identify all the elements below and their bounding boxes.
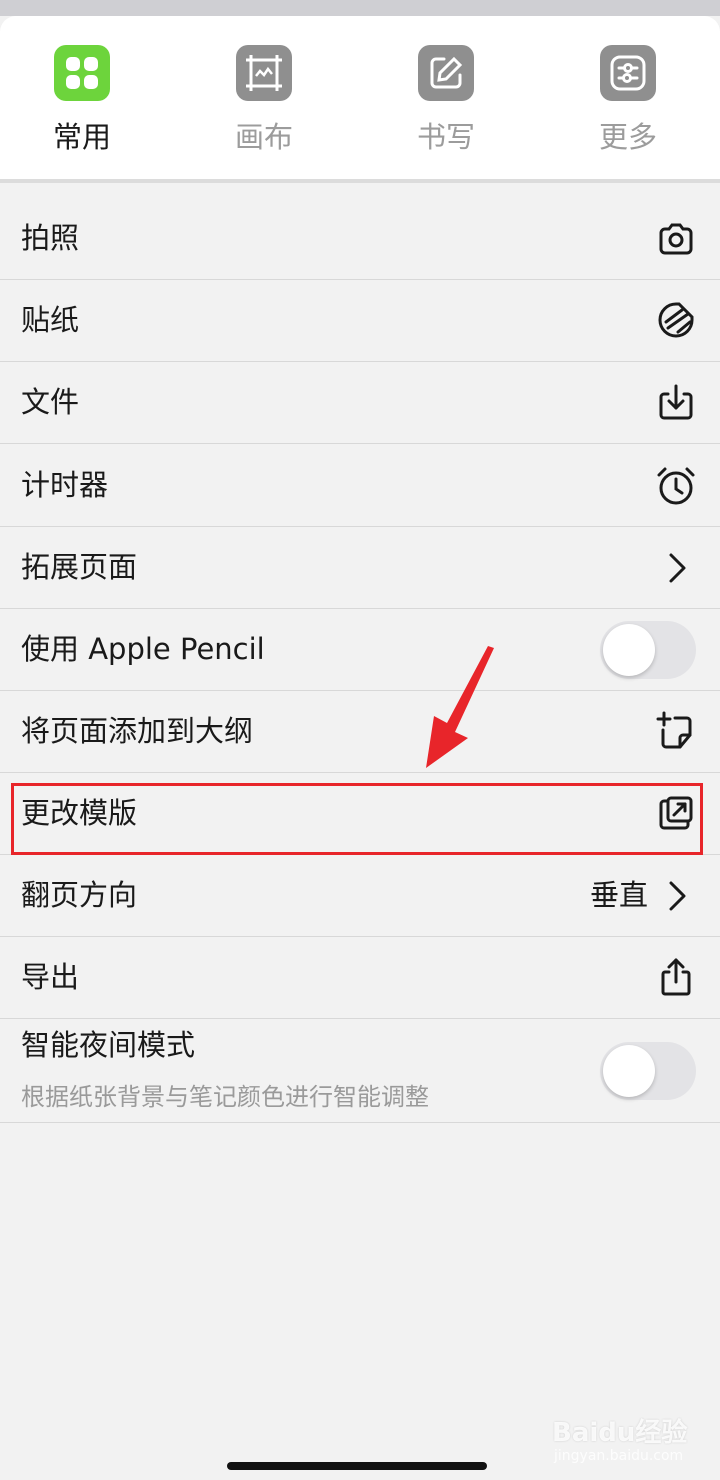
watermark: Baidu经验 <box>552 1418 688 1448</box>
tab-label: 画布 <box>234 120 293 154</box>
arrow-annotation <box>426 646 494 768</box>
menu-item-apple-pencil: 使用 Apple Pencil <box>0 609 720 691</box>
header-divider <box>0 179 720 183</box>
tab-more[interactable]: 更多 <box>568 45 688 165</box>
menu-item-label: 计时器 <box>21 468 109 502</box>
menu-item-extend-page[interactable]: 拓展页面 <box>0 527 720 609</box>
menu-item-label: 智能夜间模式 <box>21 1028 196 1062</box>
menu-item-label: 将页面添加到大纲 <box>21 714 254 748</box>
grid-icon <box>54 45 110 101</box>
menu-item-export[interactable]: 导出 <box>0 937 720 1019</box>
tab-writing[interactable]: 书写 <box>386 45 506 165</box>
sliders-icon <box>600 45 656 101</box>
night-mode-toggle[interactable] <box>600 1042 696 1100</box>
chevron-right-icon <box>669 553 686 583</box>
menu-item-label: 拓展页面 <box>21 550 138 584</box>
background-strip <box>0 0 720 16</box>
menu-item-label: 翻页方向 <box>21 878 138 912</box>
chevron-right-icon <box>669 881 686 911</box>
camera-icon <box>659 223 693 255</box>
tab-label: 书写 <box>416 120 475 154</box>
tab-canvas[interactable]: 画布 <box>204 45 324 165</box>
toggle-knob <box>603 624 655 676</box>
apple-pencil-toggle[interactable] <box>600 621 696 679</box>
toggle-knob <box>603 1045 655 1097</box>
tab-label: 更多 <box>598 120 657 154</box>
menu-item-add-to-outline[interactable]: 将页面添加到大纲 <box>0 691 720 773</box>
menu-item-label: 文件 <box>21 385 80 419</box>
highlight-annotation <box>11 783 703 855</box>
tab-common[interactable]: 常用 <box>22 45 142 165</box>
menu-item-night-mode: 智能夜间模式 根据纸张背景与笔记颜色进行智能调整 <box>0 1019 720 1123</box>
page-direction-value: 垂直 <box>589 878 648 912</box>
home-indicator[interactable] <box>227 1462 487 1470</box>
share-icon <box>661 958 691 996</box>
menu-item-sticker[interactable]: 贴纸 <box>0 280 720 362</box>
menu-item-file[interactable]: 文件 <box>0 362 720 444</box>
menu-item-page-direction[interactable]: 翻页方向 垂直 <box>0 855 720 937</box>
tab-label: 常用 <box>52 120 111 154</box>
pencil-icon <box>418 45 474 101</box>
canvas-icon <box>236 45 292 101</box>
menu-item-label: 使用 Apple Pencil <box>21 632 265 666</box>
tab-bar: 常用 画布 书写 更多 <box>0 16 720 179</box>
menu-item-label: 贴纸 <box>21 303 80 337</box>
watermark-url: jingyan.baidu.com <box>554 1448 684 1464</box>
menu-item-photo[interactable]: 拍照 <box>0 198 720 280</box>
menu-item-label: 导出 <box>21 960 80 994</box>
download-icon <box>659 384 693 420</box>
alarm-clock-icon <box>657 467 695 505</box>
sticker-icon <box>658 302 694 338</box>
add-page-icon <box>656 711 692 749</box>
menu-item-timer[interactable]: 计时器 <box>0 444 720 527</box>
menu-item-label: 拍照 <box>21 221 80 255</box>
night-mode-description: 根据纸张背景与笔记颜色进行智能调整 <box>21 1083 429 1111</box>
